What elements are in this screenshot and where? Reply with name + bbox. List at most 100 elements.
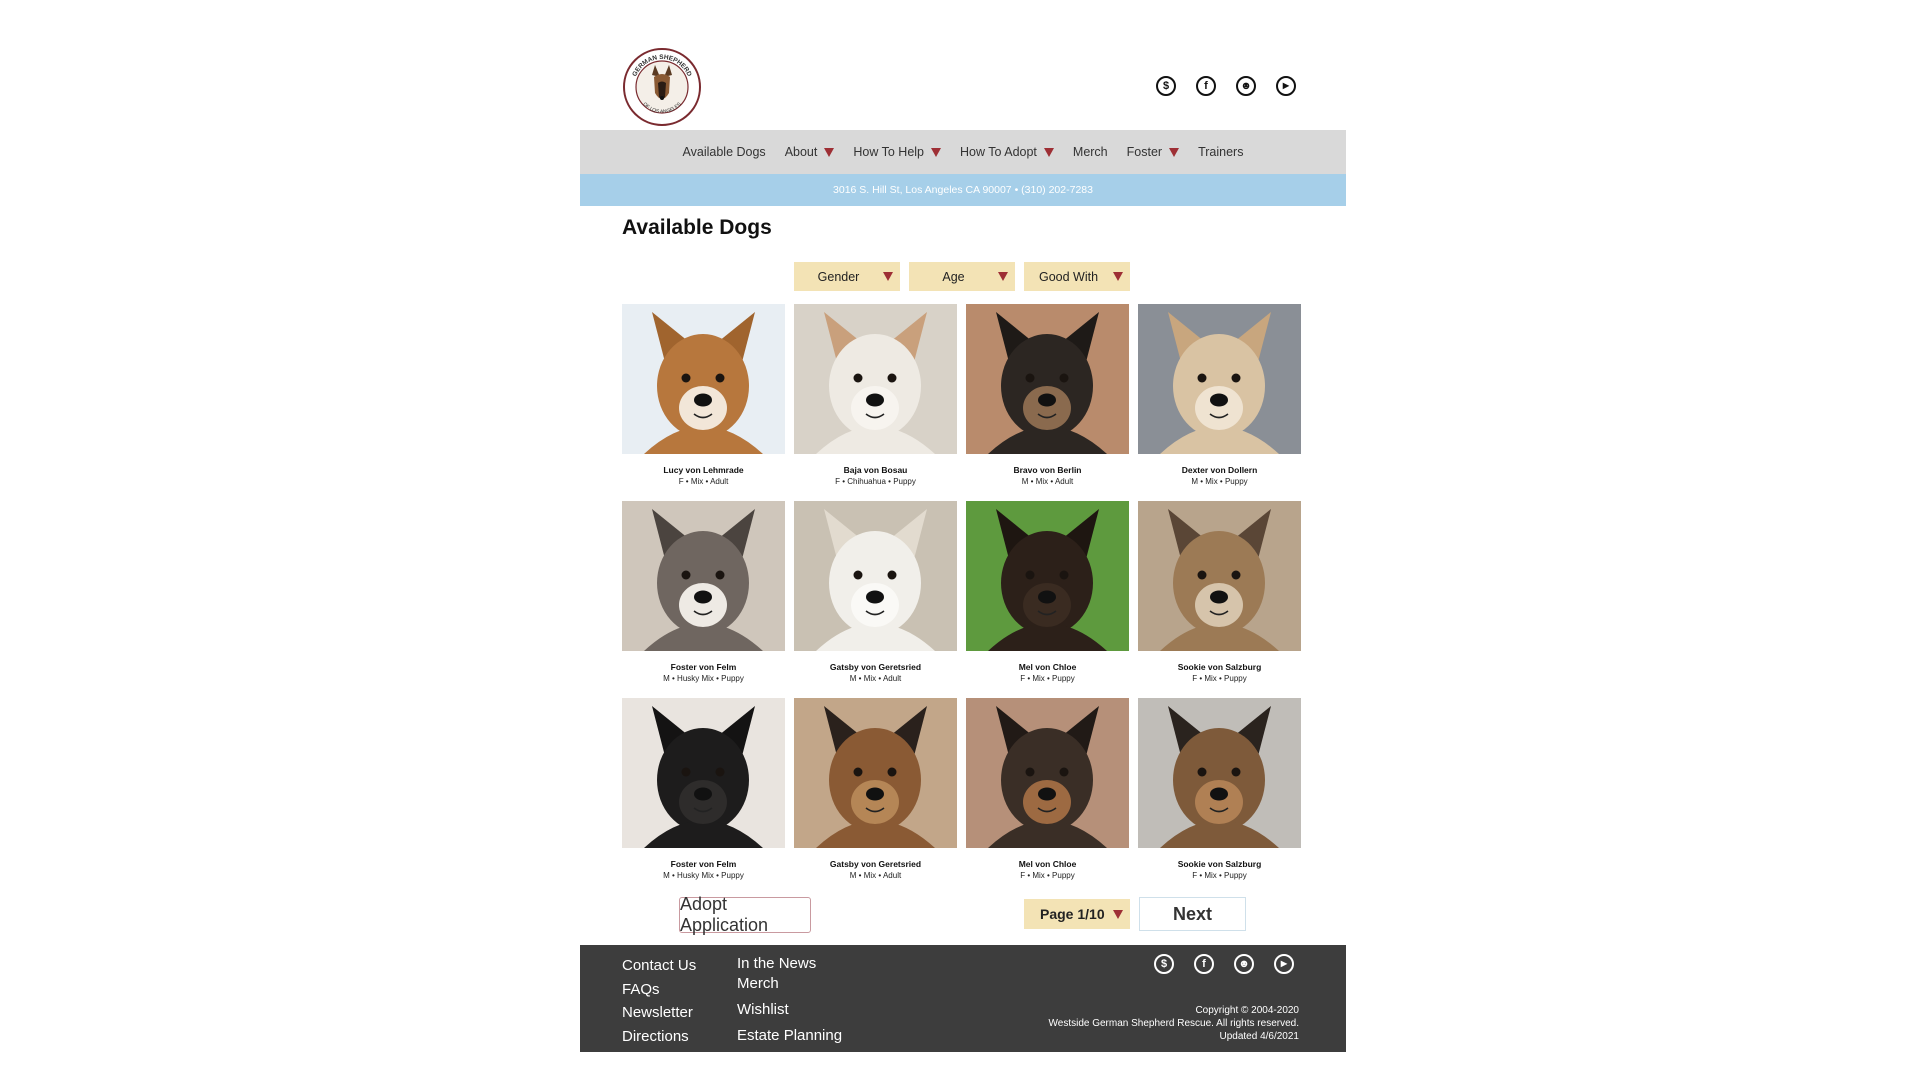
youtube-icon[interactable]: ▶ bbox=[1274, 954, 1294, 974]
dog-photo[interactable] bbox=[966, 304, 1129, 454]
dog-name[interactable]: Gatsby von Geretsried bbox=[794, 859, 957, 869]
dog-card[interactable]: Sookie von Salzburg F • Mix • Puppy bbox=[1138, 698, 1301, 895]
dog-photo[interactable] bbox=[1138, 698, 1301, 848]
footer-links-primary: Contact Us FAQs Newsletter Directions bbox=[622, 954, 696, 1048]
dropdown-arrow-icon bbox=[824, 147, 835, 157]
dog-name[interactable]: Lucy von Lehmrade bbox=[622, 465, 785, 475]
reddit-icon[interactable]: ☻ bbox=[1236, 76, 1256, 96]
rights-line: Westside German Shepherd Rescue. All rig… bbox=[1048, 1018, 1300, 1029]
nav-how-to-help[interactable]: How To Help bbox=[853, 145, 941, 159]
dog-card[interactable]: Mel von Chloe F • Mix • Puppy bbox=[966, 501, 1129, 698]
dropdown-arrow-icon bbox=[883, 272, 893, 281]
dog-photo[interactable] bbox=[794, 304, 957, 454]
dog-details: M • Husky Mix • Puppy bbox=[663, 871, 744, 880]
page-title: Available Dogs bbox=[622, 216, 772, 239]
dog-name[interactable]: Sookie von Salzburg bbox=[1138, 662, 1301, 672]
nav-how-to-adopt[interactable]: How To Adopt bbox=[960, 145, 1054, 159]
dropdown-arrow-icon bbox=[931, 147, 941, 157]
nav-foster[interactable]: Foster bbox=[1127, 145, 1180, 159]
dog-details: F • Mix • Puppy bbox=[1020, 871, 1075, 880]
updated-line: Updated 4/6/2021 bbox=[1219, 1031, 1299, 1042]
dog-card[interactable]: Bravo von Berlin M • Mix • Adult bbox=[966, 304, 1129, 501]
dog-details: M • Mix • Adult bbox=[1021, 477, 1074, 486]
dog-name[interactable]: Baja von Bosau bbox=[794, 465, 957, 475]
dog-photo[interactable] bbox=[622, 304, 785, 454]
footer-link-faqs[interactable]: FAQs bbox=[622, 978, 696, 1002]
nav-trainers[interactable]: Trainers bbox=[1198, 145, 1243, 159]
footer: Contact Us FAQs Newsletter Directions In… bbox=[580, 945, 1346, 1052]
footer-links-secondary: In the News Merch Wishlist Estate Planni… bbox=[737, 954, 842, 1046]
dog-name[interactable]: Foster von Felm bbox=[622, 859, 785, 869]
facebook-icon[interactable]: f bbox=[1194, 954, 1214, 974]
social-links-footer: $ f ☻ ▶ bbox=[1154, 954, 1294, 974]
dog-card[interactable]: Gatsby von Geretsried M • Mix • Adult bbox=[794, 698, 957, 895]
dog-name[interactable]: Mel von Chloe bbox=[966, 859, 1129, 869]
dog-photo[interactable] bbox=[794, 698, 957, 848]
dog-details: F • Mix • Puppy bbox=[1192, 871, 1247, 880]
address-bar: 3016 S. Hill St, Los Angeles CA 90007 • … bbox=[580, 174, 1346, 206]
dropdown-arrow-icon bbox=[998, 272, 1008, 281]
dog-details: M • Husky Mix • Puppy bbox=[663, 674, 744, 683]
good-with-filter[interactable]: Good With bbox=[1024, 262, 1130, 291]
dog-photo[interactable] bbox=[966, 698, 1129, 848]
dog-card[interactable]: Gatsby von Geretsried M • Mix • Adult bbox=[794, 501, 957, 698]
dog-photo[interactable] bbox=[1138, 304, 1301, 454]
copyright-block: Copyright © 2004-2020 Westside German Sh… bbox=[1049, 1004, 1300, 1043]
rescue-logo[interactable]: GERMAN SHEPHERD OF LOS ANGELES bbox=[622, 47, 702, 127]
filter-bar: Gender Age Good With bbox=[794, 262, 1130, 291]
dog-name[interactable]: Mel von Chloe bbox=[966, 662, 1129, 672]
dog-name[interactable]: Dexter von Dollern bbox=[1138, 465, 1301, 475]
facebook-icon[interactable]: f bbox=[1196, 76, 1216, 96]
dog-card[interactable]: Dexter von Dollern M • Mix • Puppy bbox=[1138, 304, 1301, 501]
dog-details: F • Chihuahua • Puppy bbox=[835, 477, 916, 486]
dog-details: F • Mix • Puppy bbox=[1020, 674, 1075, 683]
dropdown-arrow-icon bbox=[1113, 909, 1123, 919]
reddit-icon[interactable]: ☻ bbox=[1234, 954, 1254, 974]
dog-name[interactable]: Gatsby von Geretsried bbox=[794, 662, 957, 672]
dropdown-arrow-icon bbox=[1113, 272, 1123, 281]
dog-details: M • Mix • Adult bbox=[849, 674, 902, 683]
main-nav: Available Dogs About How To Help How To … bbox=[580, 130, 1346, 174]
youtube-icon[interactable]: ▶ bbox=[1276, 76, 1296, 96]
dropdown-arrow-icon bbox=[1169, 147, 1180, 157]
dog-card[interactable]: Lucy von Lehmrade F • Mix • Adult bbox=[622, 304, 785, 501]
social-links-header: $ f ☻ ▶ bbox=[1156, 76, 1296, 96]
dog-photo[interactable] bbox=[794, 501, 957, 651]
dog-details: M • Mix • Adult bbox=[849, 871, 902, 880]
page-select[interactable]: Page 1/10 bbox=[1024, 899, 1130, 929]
dog-card[interactable]: Baja von Bosau F • Chihuahua • Puppy bbox=[794, 304, 957, 501]
footer-link-news[interactable]: In the News bbox=[737, 954, 842, 974]
footer-link-directions[interactable]: Directions bbox=[622, 1025, 696, 1049]
dropdown-arrow-icon bbox=[1043, 147, 1054, 157]
footer-link-newsletter[interactable]: Newsletter bbox=[622, 1001, 696, 1025]
footer-link-merch[interactable]: Merch bbox=[737, 974, 842, 994]
dog-name[interactable]: Bravo von Berlin bbox=[966, 465, 1129, 475]
dog-card[interactable]: Foster von Felm M • Husky Mix • Puppy bbox=[622, 698, 785, 895]
copyright-line: Copyright © 2004-2020 bbox=[1195, 1005, 1299, 1016]
dog-photo[interactable] bbox=[1138, 501, 1301, 651]
dog-card[interactable]: Mel von Chloe F • Mix • Puppy bbox=[966, 698, 1129, 895]
page: GERMAN SHEPHERD OF LOS ANGELES $ f ☻ ▶ A… bbox=[580, 0, 1346, 1080]
nav-available-dogs[interactable]: Available Dogs bbox=[683, 145, 766, 159]
dog-details: M • Mix • Puppy bbox=[1191, 477, 1248, 486]
age-filter[interactable]: Age bbox=[909, 262, 1015, 291]
dog-name[interactable]: Sookie von Salzburg bbox=[1138, 859, 1301, 869]
dog-card[interactable]: Sookie von Salzburg F • Mix • Puppy bbox=[1138, 501, 1301, 698]
donate-icon[interactable]: $ bbox=[1156, 76, 1176, 96]
dog-photo[interactable] bbox=[622, 698, 785, 848]
gender-filter[interactable]: Gender bbox=[794, 262, 900, 291]
nav-about[interactable]: About bbox=[785, 145, 835, 159]
dog-photo[interactable] bbox=[966, 501, 1129, 651]
dog-name[interactable]: Foster von Felm bbox=[622, 662, 785, 672]
footer-link-contact[interactable]: Contact Us bbox=[622, 954, 696, 978]
next-page-button[interactable]: Next bbox=[1139, 897, 1246, 931]
dog-photo[interactable] bbox=[622, 501, 785, 651]
nav-merch[interactable]: Merch bbox=[1073, 145, 1108, 159]
donate-icon[interactable]: $ bbox=[1154, 954, 1174, 974]
footer-link-wishlist[interactable]: Wishlist bbox=[737, 1000, 842, 1020]
dog-details: F • Mix • Adult bbox=[678, 477, 729, 486]
adopt-application-button[interactable]: Adopt Application bbox=[679, 894, 811, 935]
dog-card[interactable]: Foster von Felm M • Husky Mix • Puppy bbox=[622, 501, 785, 698]
dog-grid: Lucy von Lehmrade F • Mix • Adult Baja von… bbox=[622, 304, 1302, 895]
footer-link-estate-planning[interactable]: Estate Planning bbox=[737, 1026, 842, 1046]
